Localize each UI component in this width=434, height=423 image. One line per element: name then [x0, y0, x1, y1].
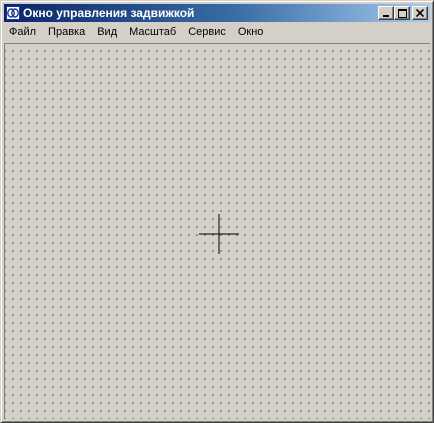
minimize-button[interactable]	[378, 6, 394, 20]
drawing-canvas[interactable]	[4, 43, 430, 419]
menu-view[interactable]: Вид	[91, 24, 123, 41]
close-button[interactable]	[412, 6, 428, 20]
maximize-button[interactable]	[394, 6, 410, 20]
minimize-icon	[383, 15, 389, 17]
window-title: Окно управления задвижкой	[23, 6, 195, 20]
app-logo-icon[interactable]	[6, 6, 20, 20]
close-icon	[416, 9, 424, 17]
maximize-icon	[397, 8, 407, 18]
crosshair-icon	[199, 214, 239, 254]
menu-file[interactable]: Файл	[4, 24, 42, 41]
title-bar[interactable]: Окно управления задвижкой	[4, 4, 430, 22]
menu-window[interactable]: Окно	[232, 24, 270, 41]
menu-edit[interactable]: Правка	[42, 24, 91, 41]
menu-bar: Файл Правка Вид Масштаб Сервис Окно	[4, 23, 430, 42]
application-window: Окно управления задвижкой Файл Правка Ви…	[0, 0, 434, 423]
window-controls	[378, 6, 428, 20]
menu-tools[interactable]: Сервис	[182, 24, 232, 41]
menu-zoom[interactable]: Масштаб	[123, 24, 182, 41]
